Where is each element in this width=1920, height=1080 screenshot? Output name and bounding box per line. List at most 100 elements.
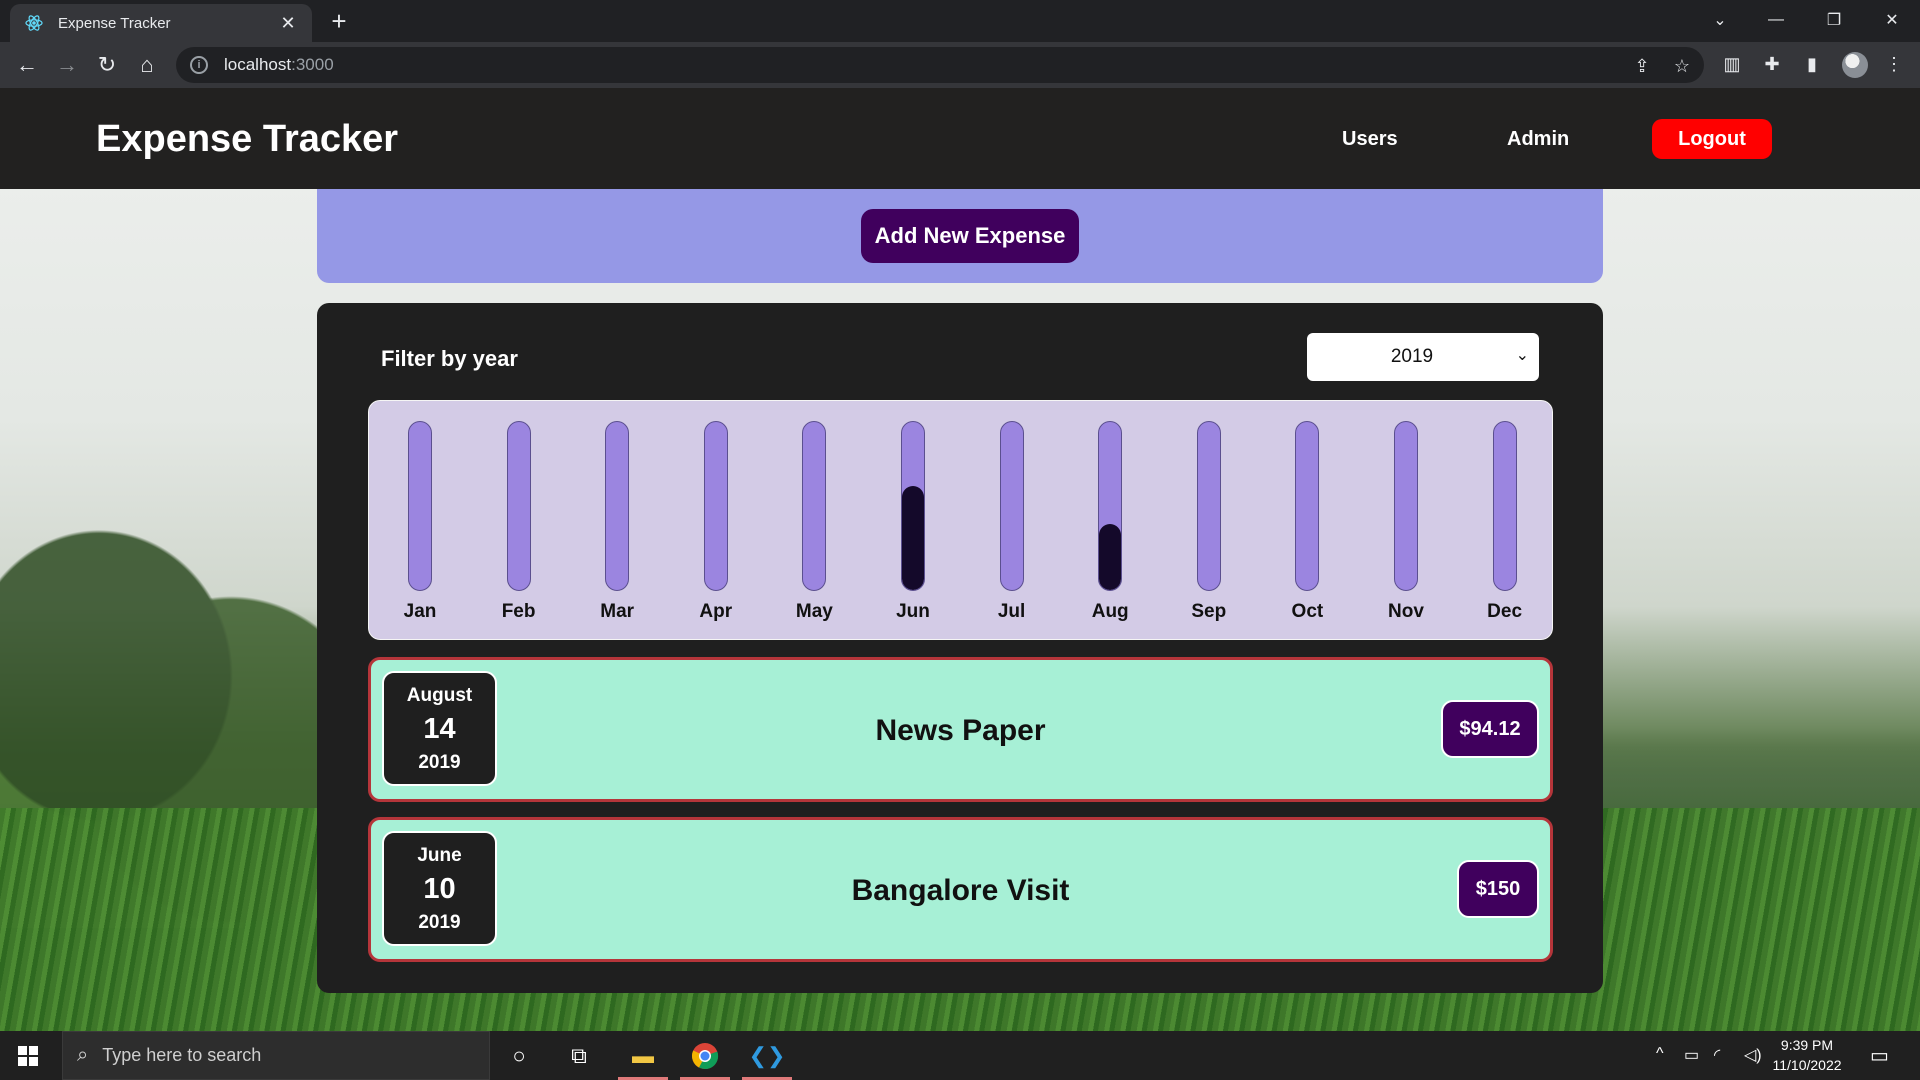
task-view-icon[interactable]: ⧉ (562, 1039, 596, 1073)
taskbar-clock[interactable]: 9:39 PM 11/10/2022 (1762, 1035, 1852, 1075)
close-window-icon[interactable]: ✕ (1864, 0, 1920, 40)
chart-bar-fill (902, 485, 924, 590)
expense-date-year: 2019 (418, 912, 461, 933)
chart-bar-label: May (795, 601, 833, 622)
nav-admin-link[interactable]: Admin (1507, 128, 1569, 151)
browser-tab-strip: Expense Tracker ✕ + ⌄ — ❐ ✕ (0, 0, 1920, 42)
extension-chart-icon[interactable]: ▥ (1720, 52, 1744, 76)
chart-bar-jan: Jan (384, 421, 454, 631)
chart-bar-track (1098, 421, 1123, 591)
chevron-down-icon: ⌄ (1515, 347, 1529, 364)
chrome-logo-icon (691, 1043, 719, 1070)
expense-amount: $150 (1457, 860, 1539, 918)
chart-bar-track (1492, 421, 1517, 591)
back-icon[interactable]: ← (12, 50, 42, 80)
chart-bar-label: Dec (1487, 601, 1523, 622)
chart-bar-track (1295, 421, 1320, 591)
browser-tab[interactable]: Expense Tracker ✕ (10, 4, 312, 42)
extensions-puzzle-icon[interactable]: ✚ (1760, 52, 1784, 76)
search-icon: ⌕ (77, 1044, 89, 1066)
profile-avatar[interactable] (1842, 52, 1868, 78)
expense-date: June 10 2019 (382, 831, 497, 946)
expense-item[interactable]: August 14 2019 News Paper $94.12 (368, 657, 1553, 802)
chart-bar-apr: Apr (680, 421, 750, 631)
expense-date-month: August (406, 685, 473, 706)
chart-bar-aug: Aug (1074, 421, 1144, 631)
share-icon[interactable]: ⇪ (1632, 56, 1652, 76)
close-tab-icon[interactable]: ✕ (278, 13, 298, 34)
site-info-icon[interactable]: i (190, 56, 208, 74)
cortana-icon[interactable]: ○ (502, 1039, 536, 1073)
volume-icon[interactable]: ◁) (1744, 1045, 1762, 1065)
chart-bar-dec: Dec (1469, 421, 1539, 631)
nav-users-link[interactable]: Users (1342, 128, 1398, 151)
add-new-expense-button[interactable]: Add New Expense (861, 209, 1079, 263)
chart-bar-label: Mar (600, 601, 635, 622)
minimize-icon[interactable]: — (1748, 0, 1804, 40)
url-host: localhost (224, 55, 292, 74)
reload-icon[interactable]: ↻ (92, 50, 122, 80)
chart-bar-label: Sep (1191, 601, 1227, 622)
clock-time: 9:39 PM (1780, 1037, 1834, 1053)
chart-bar-label: Nov (1388, 601, 1424, 622)
chart-bar-label: Jan (403, 601, 437, 622)
browser-toolbar: ← → ↻ ⌂ i localhost:3000 ⇪ ☆ (0, 42, 1920, 88)
expense-title: Bangalore Visit (851, 874, 1070, 907)
expense-date-day: 14 (423, 713, 456, 745)
expense-date-year: 2019 (418, 752, 461, 773)
tab-search-icon[interactable]: ⌄ (1692, 0, 1748, 40)
battery-icon[interactable]: ▭ (1684, 1045, 1699, 1065)
taskbar-search-placeholder: Type here to search (102, 1045, 262, 1065)
year-select[interactable]: 2019 ⌄ (1307, 333, 1539, 381)
filter-label: Filter by year (381, 346, 518, 371)
vscode-icon[interactable]: ❮❯ (749, 1039, 786, 1073)
chart-bar-mar: Mar (581, 421, 651, 631)
chart-bar-jun: Jun (877, 421, 947, 631)
expense-date-month: June (417, 845, 462, 866)
chart-bar-label: Jun (896, 601, 930, 622)
chart-bar-jul: Jul (976, 421, 1046, 631)
chart-bar-track (901, 421, 925, 591)
restore-icon[interactable]: ❐ (1806, 0, 1862, 40)
os-taskbar: ⌕ Type here to search ○ ⧉ ▬ ❮❯ ^ ▭ ◜ ◁) … (0, 1031, 1920, 1080)
wifi-icon[interactable]: ◜ (1714, 1045, 1720, 1065)
expense-date-day: 10 (423, 873, 456, 905)
chart-bar-label: Oct (1291, 601, 1324, 622)
chart-bar-fill (1099, 524, 1122, 590)
chart-bar-sep: Sep (1173, 421, 1243, 631)
expense-item[interactable]: June 10 2019 Bangalore Visit $150 (368, 817, 1553, 962)
chart-bar-track (408, 421, 432, 591)
tab-title: Expense Tracker (58, 14, 171, 32)
logout-button[interactable]: Logout (1652, 119, 1772, 159)
chart-bar-label: Apr (699, 601, 733, 622)
expense-amount: $94.12 (1441, 700, 1539, 758)
show-hidden-icons-icon[interactable]: ^ (1656, 1045, 1664, 1063)
side-panel-icon[interactable]: ▮ (1800, 52, 1824, 76)
url-port: :3000 (291, 55, 334, 74)
menu-kebab-icon[interactable]: ⋮ (1882, 52, 1906, 76)
file-explorer-icon[interactable]: ▬ (626, 1039, 660, 1073)
expenses-panel: Filter by year 2019 ⌄ Jan Feb Mar Apr May Jun… (317, 303, 1603, 993)
react-icon (25, 15, 43, 31)
windows-start-icon[interactable] (18, 1046, 38, 1066)
chart-bar-label: Jul (997, 601, 1026, 622)
new-tab-icon[interactable]: + (324, 6, 354, 36)
chart-bar-label: Feb (501, 601, 536, 622)
chart-bar-track (1196, 421, 1221, 591)
app-header: Expense Tracker Users Admin Logout (0, 88, 1920, 189)
expenses-chart: Jan Feb Mar Apr May Jun Jul Aug Sep Oct Nov Dec (368, 400, 1553, 640)
expense-title: News Paper (875, 714, 1046, 747)
chart-bar-feb: Feb (483, 421, 553, 631)
notifications-icon[interactable]: ▭ (1870, 1043, 1889, 1068)
expense-date: August 14 2019 (382, 671, 497, 786)
chart-bar-oct: Oct (1271, 421, 1341, 631)
chart-bar-track (999, 421, 1024, 591)
home-icon[interactable]: ⌂ (132, 50, 162, 80)
forward-icon[interactable]: → (52, 50, 82, 80)
chrome-icon[interactable] (688, 1039, 722, 1073)
app-title: Expense Tracker (96, 118, 399, 160)
chart-bar-may: May (778, 421, 848, 631)
bookmark-star-icon[interactable]: ☆ (1672, 56, 1692, 76)
address-bar[interactable]: i localhost:3000 (176, 47, 1704, 83)
taskbar-search-input[interactable]: ⌕ Type here to search (62, 1031, 490, 1080)
